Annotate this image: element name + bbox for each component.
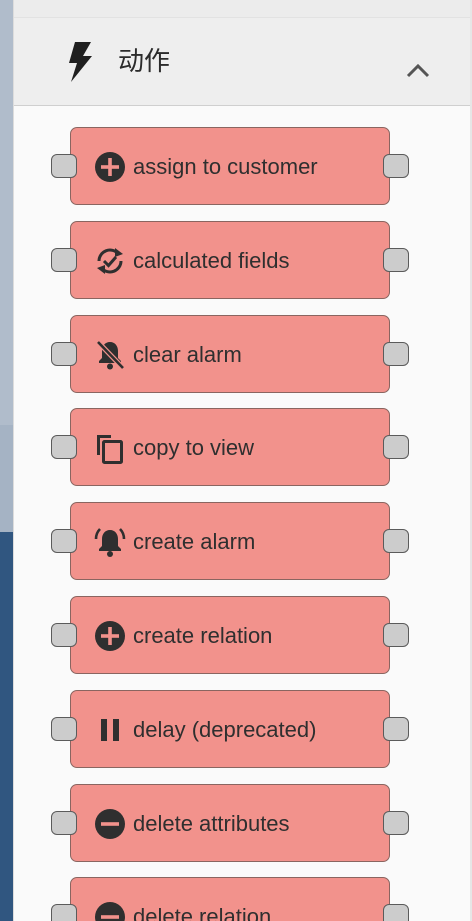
rule-node-label: delay (deprecated) [133, 716, 317, 742]
rule-node-label: delete relation [133, 904, 272, 921]
background-app-strip-pale-lower [0, 425, 13, 532]
rule-node-create-relation[interactable]: create relation [51, 596, 409, 674]
rule-node-copy-to-view[interactable]: copy to view [51, 408, 409, 487]
input-port[interactable] [51, 154, 77, 178]
add-circle-icon [93, 619, 127, 653]
input-port[interactable] [51, 810, 77, 835]
notifications-active-icon [93, 525, 127, 559]
rule-node-label: assign to customer [133, 154, 318, 179]
rule-node-create-alarm[interactable]: create alarm [51, 502, 409, 581]
section-header-action[interactable]: 动作 [14, 18, 472, 106]
bolt-icon [69, 42, 92, 82]
input-port[interactable] [51, 529, 77, 554]
remove-circle-icon [93, 900, 127, 921]
input-port[interactable] [51, 247, 77, 272]
rule-node-clear-alarm[interactable]: clear alarm [51, 314, 409, 393]
rule-node-assign-to-customer[interactable]: assign to customer [51, 127, 409, 205]
rule-node-delay-deprecated[interactable]: delay (deprecated) [51, 689, 409, 768]
rule-node-delete-relation[interactable]: delete relation [51, 877, 409, 921]
input-port[interactable] [51, 623, 77, 647]
output-port[interactable] [383, 529, 409, 554]
remove-circle-icon [93, 807, 127, 841]
app-root: 动作 assign to customer calculated fields cl… [0, 0, 472, 921]
node-library-panel: 动作 assign to customer calculated fields cl… [13, 0, 472, 921]
add-circle-icon [93, 150, 127, 184]
rule-node-label: delete attributes [133, 810, 290, 836]
background-app-strip-pale [0, 0, 13, 425]
output-port[interactable] [383, 247, 409, 272]
input-port[interactable] [51, 904, 77, 921]
output-port[interactable] [383, 154, 409, 178]
section-title: 动作 [118, 47, 171, 77]
output-port[interactable] [383, 623, 409, 647]
input-port[interactable] [51, 716, 77, 741]
rule-node-label: calculated fields [133, 247, 290, 273]
rule-node-label: copy to view [133, 435, 255, 461]
input-port[interactable] [51, 341, 77, 366]
notifications-off-icon [93, 338, 127, 372]
background-app-strip [0, 0, 13, 921]
output-port[interactable] [383, 341, 409, 366]
output-port[interactable] [383, 810, 409, 835]
chevron-up-icon[interactable] [405, 62, 431, 78]
rule-node-delete-attributes[interactable]: delete attributes [51, 783, 409, 862]
rule-node-label: create relation [133, 623, 273, 648]
input-port[interactable] [51, 435, 77, 460]
output-port[interactable] [383, 904, 409, 921]
content-copy-icon [93, 431, 127, 465]
rule-node-label: clear alarm [133, 341, 242, 367]
pause-icon [93, 713, 127, 747]
rule-node-calculated-fields[interactable]: calculated fields [51, 220, 409, 299]
output-port[interactable] [383, 716, 409, 741]
rule-node-label: create alarm [133, 529, 256, 555]
previous-section-edge [14, 0, 472, 18]
sync-check-icon [93, 244, 127, 278]
output-port[interactable] [383, 435, 409, 460]
